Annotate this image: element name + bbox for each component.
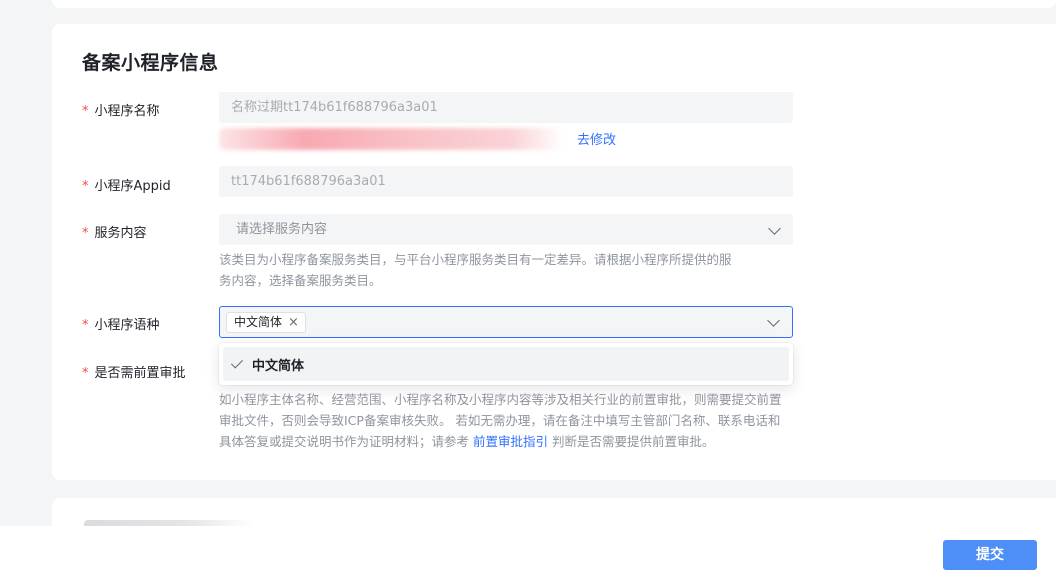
- check-icon: [230, 356, 244, 369]
- pre-approval-help: 如小程序主体名称、经营范围、小程序名称及小程序内容等涉及相关行业的前置审批，则需…: [219, 389, 782, 452]
- language-dropdown: 中文简体: [219, 343, 793, 385]
- pre-approval-label: * 是否需前置审批: [82, 362, 186, 381]
- selected-tag-label: 中文简体: [234, 315, 283, 329]
- name-label-text: 小程序名称: [94, 104, 160, 119]
- required-mark: *: [82, 179, 89, 194]
- name-label: * 小程序名称: [82, 100, 160, 119]
- service-help-line2: 务内容，选择备案服务类目。: [219, 273, 382, 288]
- close-icon[interactable]: ×: [288, 316, 299, 329]
- required-mark: *: [82, 226, 89, 241]
- chevron-down-icon: [767, 314, 780, 327]
- previous-card: [52, 0, 1056, 8]
- language-label-text: 小程序语种: [94, 318, 160, 333]
- dropdown-option-label: 中文简体: [252, 358, 305, 374]
- selected-tag: 中文简体 ×: [226, 312, 306, 333]
- pre-approval-help-line3-pre: 具体答复或提交说明书作为证明材料；请参考: [219, 434, 473, 449]
- pre-approval-help-line3-post: 判断是否需要提供前置审批。: [548, 434, 715, 449]
- required-mark: *: [82, 318, 89, 333]
- required-mark: *: [82, 366, 89, 381]
- appid-label: * 小程序Appid: [82, 175, 171, 194]
- appid-label-text: 小程序Appid: [94, 179, 171, 194]
- edit-name-link[interactable]: 去修改: [577, 129, 616, 148]
- appid-field: tt174b61f688796a3a01: [219, 166, 793, 197]
- dropdown-option[interactable]: 中文简体: [223, 347, 789, 381]
- language-select[interactable]: 中文简体 ×: [219, 306, 793, 338]
- name-field: 名称过期tt174b61f688796a3a01: [219, 92, 793, 123]
- service-select[interactable]: 请选择服务内容: [219, 214, 793, 245]
- submit-button[interactable]: 提交: [943, 540, 1037, 570]
- service-help: 该类目为小程序备案服务类目，与平台小程序服务类目有一定差异。请根据小程序所提供的…: [219, 249, 732, 291]
- required-mark: *: [82, 104, 89, 119]
- pre-approval-help-line2: 审批文件，否则会导致ICP备案审核失败。 若如无需办理，请在备注中填写主管部门名…: [219, 413, 781, 428]
- redacted-text: [219, 128, 563, 150]
- section-title: 备案小程序信息: [82, 52, 219, 74]
- pre-approval-help-line1: 如小程序主体名称、经营范围、小程序名称及小程序内容等涉及相关行业的前置审批，则需…: [219, 392, 782, 407]
- chevron-down-icon: [768, 221, 781, 235]
- service-label-text: 服务内容: [94, 226, 147, 241]
- footer-bar: [0, 526, 1056, 570]
- pre-approval-guide-link[interactable]: 前置审批指引: [473, 434, 548, 449]
- pre-approval-label-text: 是否需前置审批: [94, 366, 186, 381]
- service-placeholder: 请选择服务内容: [236, 222, 328, 237]
- language-label: * 小程序语种: [82, 314, 160, 333]
- pre-approval-help-line3: 具体答复或提交说明书作为证明材料；请参考 前置审批指引 判断是否需要提供前置审批…: [219, 431, 782, 452]
- service-help-line1: 该类目为小程序备案服务类目，与平台小程序服务类目有一定差异。请根据小程序所提供的…: [219, 252, 732, 267]
- service-label: * 服务内容: [82, 222, 147, 241]
